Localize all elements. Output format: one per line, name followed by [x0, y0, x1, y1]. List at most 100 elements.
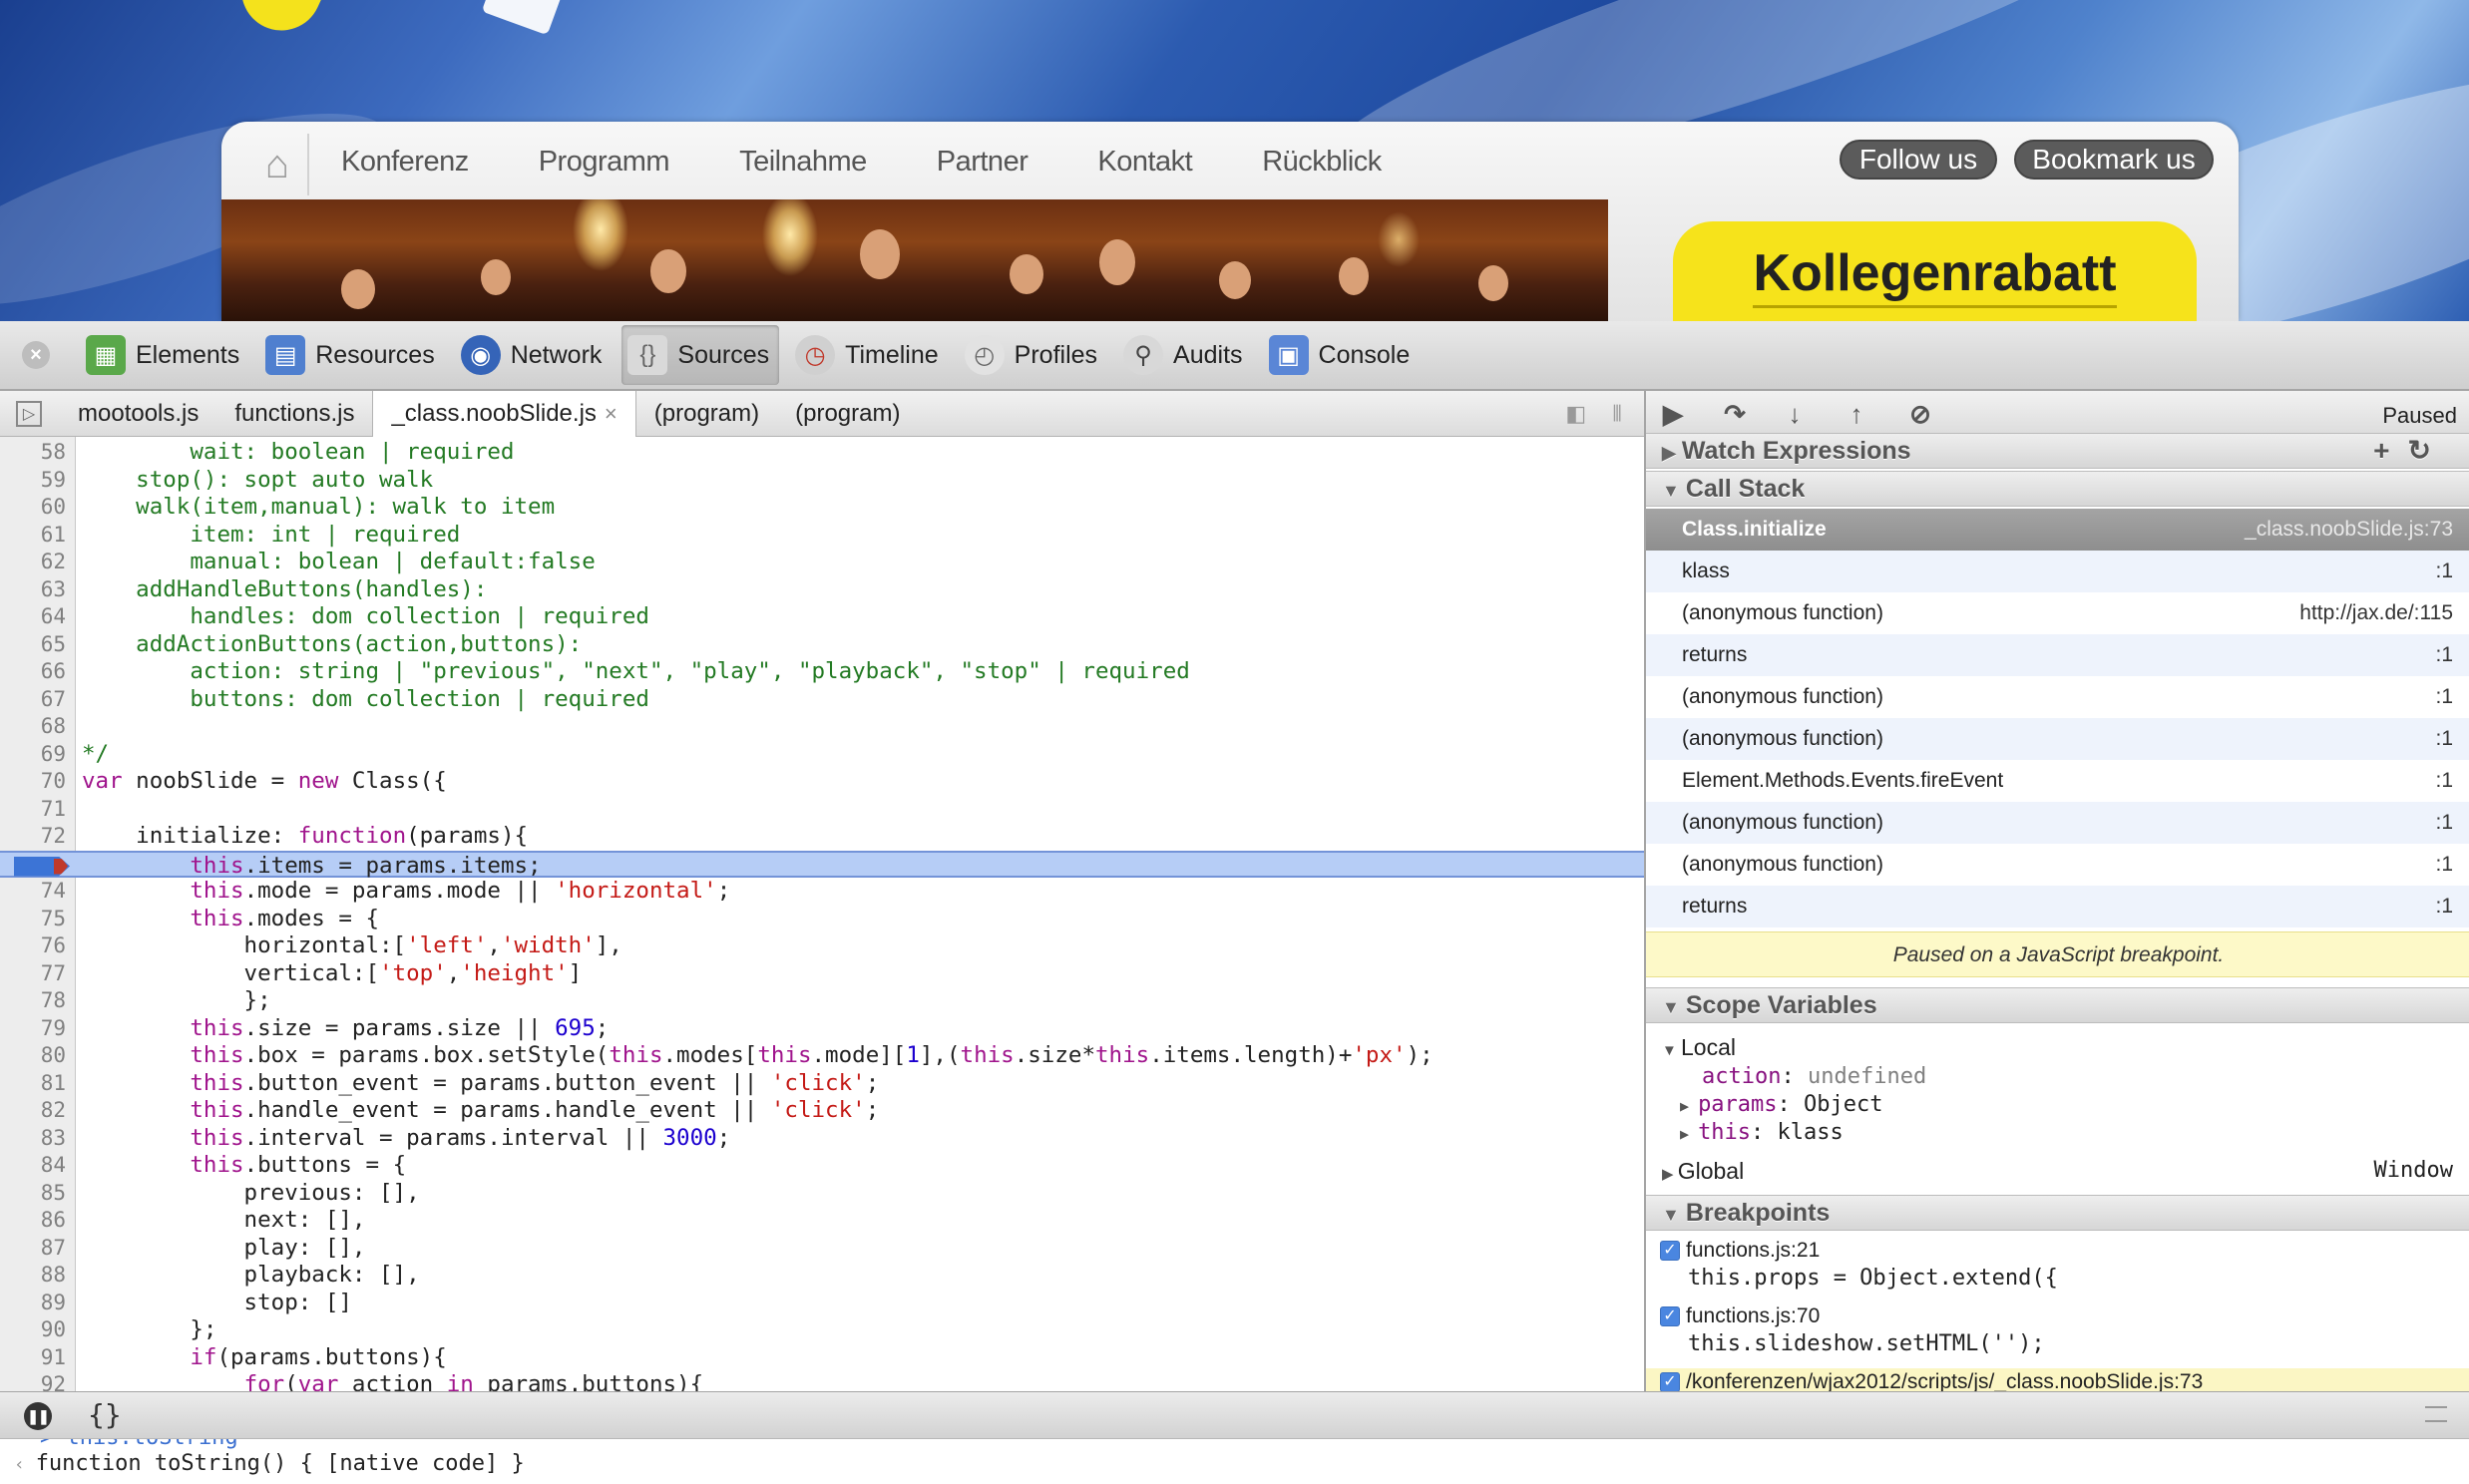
step-out-icon[interactable]: ↑: [1840, 399, 1873, 429]
code-line[interactable]: 81 this.button_event = params.button_eve…: [0, 1070, 1644, 1098]
code-line[interactable]: 72 initialize: function(params){: [0, 823, 1644, 851]
line-number[interactable]: 65: [0, 631, 66, 659]
call-frame[interactable]: returns:1: [1646, 886, 2469, 928]
line-number[interactable]: 61: [0, 522, 66, 550]
close-devtools-icon[interactable]: ×: [22, 341, 50, 369]
call-frame-location[interactable]: :1: [2435, 886, 2453, 928]
nav-link-partner[interactable]: Partner: [937, 146, 1029, 179]
line-number[interactable]: 88: [0, 1262, 66, 1290]
code-line[interactable]: 67 buttons: dom collection | required: [0, 686, 1644, 714]
code-line-paused[interactable]: this.items = params.items;: [0, 850, 1644, 879]
watch-expressions-header[interactable]: ▶ Watch Expressions +↻: [1646, 433, 2469, 469]
line-number[interactable]: 82: [0, 1097, 66, 1125]
line-number[interactable]: 68: [0, 713, 66, 741]
tab-profiles[interactable]: ◴ Profiles: [959, 325, 1107, 385]
code-line[interactable]: 86 next: [],: [0, 1207, 1644, 1235]
nav-link-rueckblick[interactable]: Rückblick: [1262, 146, 1382, 179]
code-line[interactable]: 88 playback: [],: [0, 1262, 1644, 1290]
line-number[interactable]: 64: [0, 603, 66, 631]
breakpoint-checkbox[interactable]: ✓: [1660, 1241, 1680, 1262]
deactivate-breakpoints-icon[interactable]: ⊘: [1903, 399, 1937, 429]
split-pane-icon[interactable]: ◧ ⦀: [1565, 401, 1632, 427]
line-number[interactable]: 85: [0, 1180, 66, 1208]
tab-console[interactable]: ▣ Console: [1263, 325, 1421, 385]
code-line[interactable]: 91 if(params.buttons){: [0, 1344, 1644, 1372]
nav-link-programm[interactable]: Programm: [539, 146, 670, 179]
call-frame[interactable]: (anonymous function) http://jax.de/:115: [1646, 592, 2469, 634]
step-into-icon[interactable]: ↓: [1778, 399, 1812, 429]
code-line[interactable]: 92 for(var action in params.buttons){: [0, 1371, 1644, 1391]
line-number[interactable]: 67: [0, 686, 66, 714]
home-icon[interactable]: ⌂: [247, 134, 309, 195]
pause-on-exceptions-icon[interactable]: ❚❚: [24, 1402, 52, 1430]
code-line[interactable]: 82 this.handle_event = params.handle_eve…: [0, 1097, 1644, 1125]
code-line[interactable]: 59 stop(): sopt auto walk: [0, 467, 1644, 495]
code-line[interactable]: 64 handles: dom collection | required: [0, 603, 1644, 631]
line-number[interactable]: 59: [0, 467, 66, 495]
scope-local[interactable]: ▼ Local: [1646, 1033, 2469, 1061]
line-number[interactable]: 74: [0, 878, 66, 906]
pretty-print-icon[interactable]: {}: [88, 1398, 122, 1431]
breakpoint-checkbox[interactable]: ✓: [1660, 1306, 1680, 1327]
refresh-watch-icon[interactable]: ↻: [2408, 435, 2449, 466]
line-number[interactable]: 84: [0, 1152, 66, 1180]
code-line[interactable]: 68: [0, 713, 1644, 741]
code-line[interactable]: 90 };: [0, 1316, 1644, 1344]
line-number[interactable]: 91: [0, 1344, 66, 1372]
scope-var-params[interactable]: ▶ params: Object: [1646, 1091, 2469, 1119]
line-number[interactable]: 83: [0, 1125, 66, 1153]
tab-elements[interactable]: ▦ Elements: [80, 325, 249, 385]
breakpoints-header[interactable]: ▼ Breakpoints: [1646, 1195, 2469, 1231]
call-frame-location[interactable]: :1: [2435, 844, 2453, 886]
code-line[interactable]: 70 var noobSlide = new Class({: [0, 768, 1644, 796]
line-number[interactable]: 76: [0, 932, 66, 960]
tab-network[interactable]: ◉ Network: [455, 325, 613, 385]
call-frame-location[interactable]: :1: [2435, 551, 2453, 592]
file-tab-noobslide[interactable]: _class.noobSlide.js ×: [372, 390, 636, 437]
call-frame[interactable]: (anonymous function):1: [1646, 718, 2469, 760]
tab-audits[interactable]: ⚲ Audits: [1117, 325, 1252, 385]
scope-variables-header[interactable]: ▼ Scope Variables: [1646, 987, 2469, 1023]
scope-global[interactable]: ▶ Global Window: [1646, 1157, 2469, 1185]
call-frame[interactable]: klass:1: [1646, 551, 2469, 592]
call-frame[interactable]: returns:1: [1646, 634, 2469, 676]
call-frame[interactable]: (anonymous function):1: [1646, 676, 2469, 718]
file-tab-mootools[interactable]: mootools.js: [60, 391, 216, 437]
line-number[interactable]: 70: [0, 768, 66, 796]
tab-resources[interactable]: ▤ Resources: [259, 325, 445, 385]
call-frame[interactable]: (anonymous function):1: [1646, 844, 2469, 886]
code-line[interactable]: 61 item: int | required: [0, 522, 1644, 550]
call-frame-location[interactable]: :1: [2435, 718, 2453, 760]
kollegenrabatt-banner[interactable]: Kollegenrabatt: [1673, 221, 2197, 321]
show-navigator-icon[interactable]: ▷: [16, 400, 42, 427]
code-line[interactable]: 71: [0, 796, 1644, 824]
call-frame-location[interactable]: :1: [2435, 802, 2453, 844]
add-watch-icon[interactable]: +: [2373, 435, 2407, 466]
call-frame-selected[interactable]: Class.initialize _class.noobSlide.js:73: [1646, 509, 2469, 551]
file-tab-program-2[interactable]: (program): [777, 391, 918, 437]
scope-var-this[interactable]: ▶ this: klass: [1646, 1119, 2469, 1147]
code-line[interactable]: 83 this.interval = params.interval || 30…: [0, 1125, 1644, 1153]
console-drawer[interactable]: > this.toString ‹ function toString() { …: [0, 1439, 2469, 1484]
breakpoint-checkbox[interactable]: ✓: [1660, 1372, 1680, 1391]
line-number[interactable]: 77: [0, 960, 66, 988]
breakpoint-item[interactable]: ✓ functions.js:21: [1646, 1237, 2469, 1265]
line-number[interactable]: 62: [0, 549, 66, 576]
code-line[interactable]: 89 stop: []: [0, 1290, 1644, 1317]
call-frame[interactable]: Element.Methods.Events.fireEvent:1: [1646, 760, 2469, 802]
resume-icon[interactable]: ▶: [1656, 399, 1690, 429]
line-number[interactable]: 66: [0, 658, 66, 686]
nav-link-konferenz[interactable]: Konferenz: [341, 146, 469, 179]
code-line[interactable]: 69 */: [0, 741, 1644, 769]
code-line[interactable]: 63 addHandleButtons(handles):: [0, 576, 1644, 604]
call-frame-location[interactable]: :1: [2435, 634, 2453, 676]
line-number[interactable]: 63: [0, 576, 66, 604]
breakpoint-marker-icon[interactable]: [14, 856, 70, 877]
follow-us-button[interactable]: Follow us: [1840, 140, 1997, 180]
line-number[interactable]: 60: [0, 494, 66, 522]
code-line[interactable]: 58 wait: boolean | required: [0, 439, 1644, 467]
bookmark-us-button[interactable]: Bookmark us: [2014, 140, 2214, 180]
line-number[interactable]: 78: [0, 987, 66, 1015]
breakpoint-item[interactable]: ✓ functions.js:70: [1646, 1302, 2469, 1330]
close-tab-icon[interactable]: ×: [605, 401, 617, 427]
